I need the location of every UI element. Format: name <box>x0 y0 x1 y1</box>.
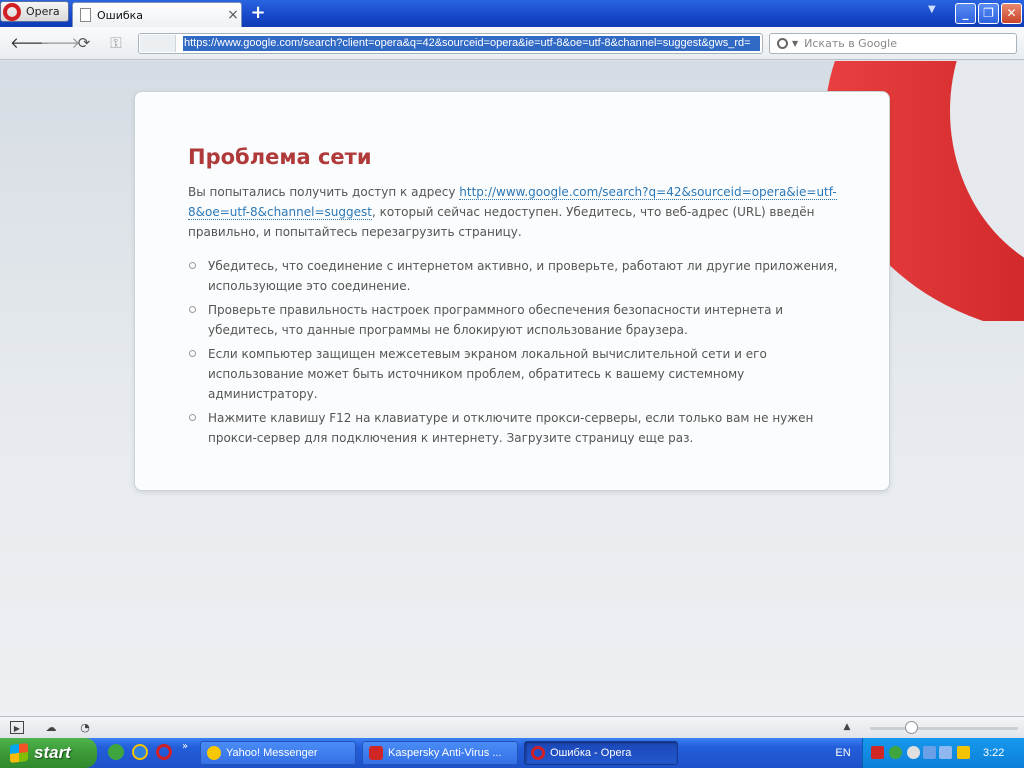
search-placeholder: Искать в Google <box>804 37 897 50</box>
utorrent-tray-icon[interactable] <box>889 746 902 759</box>
bullet-icon <box>189 262 196 269</box>
error-title: Проблема сети <box>188 145 372 169</box>
list-item: Убедитесь, что соединение с интернетом а… <box>188 256 838 296</box>
task-label: Yahoo! Messenger <box>226 747 318 759</box>
speed-dial-icon[interactable]: ◔ <box>78 721 92 734</box>
system-tray: 3:22 <box>862 738 1024 768</box>
bullet-icon <box>189 414 196 421</box>
site-badge[interactable] <box>140 35 176 52</box>
search-input[interactable]: ▼ Искать в Google <box>769 33 1017 54</box>
maximize-button[interactable]: ❐ <box>978 3 999 24</box>
volume-tray-icon[interactable] <box>939 746 952 759</box>
navigation-toolbar: 🡐 🡒 ⟳ ⚿ https://www.google.com/search?cl… <box>0 27 1024 60</box>
chevron-down-icon[interactable]: ▼ <box>792 39 798 48</box>
start-label: start <box>34 743 71 762</box>
tip-text: Нажмите клавишу F12 на клавиатуре и откл… <box>208 411 814 445</box>
new-tab-button[interactable]: + <box>248 3 268 23</box>
bullet-icon <box>189 306 196 313</box>
page-content: Проблема сети Вы попытались получить дос… <box>0 61 1024 716</box>
zoom-slider-handle[interactable] <box>905 721 918 734</box>
status-tray-icon[interactable] <box>907 746 920 759</box>
task-yahoo-messenger[interactable]: Yahoo! Messenger <box>200 741 356 765</box>
security-tray-icon[interactable] <box>957 746 970 759</box>
opera-icon[interactable] <box>156 744 172 760</box>
troubleshooting-list: Убедитесь, что соединение с интернетом а… <box>188 256 838 452</box>
tab-list-chevron-icon[interactable]: ▼ <box>928 4 936 15</box>
panel-toggle-icon[interactable]: ▶ <box>10 721 24 734</box>
start-button[interactable]: start <box>0 738 97 768</box>
tab-bar: Opera Ошибка × + ▼ _ ❐ ✕ <box>0 0 1024 27</box>
clock: 3:22 <box>983 747 1005 759</box>
opera-logo-icon <box>3 2 21 21</box>
close-tab-icon[interactable]: × <box>225 7 241 23</box>
tip-text: Убедитесь, что соединение с интернетом а… <box>208 259 838 293</box>
address-field[interactable]: https://www.google.com/search?client=ope… <box>138 33 763 54</box>
document-icon <box>80 8 91 22</box>
utorrent-icon[interactable] <box>108 744 124 760</box>
task-label: Kaspersky Anti-Virus ... <box>388 747 502 759</box>
list-item: Если компьютер защищен межсетевым экрано… <box>188 344 838 404</box>
forward-arrow-icon[interactable]: 🡒 <box>40 34 80 52</box>
tip-text: Проверьте правильность настроек программ… <box>208 303 784 337</box>
minimize-button[interactable]: _ <box>955 3 976 24</box>
chevron-up-icon[interactable]: ▲ <box>840 721 854 734</box>
opera-menu-button[interactable]: Opera <box>0 1 69 22</box>
wand-key-icon[interactable]: ⚿ <box>106 34 126 52</box>
list-item: Проверьте правильность настроек программ… <box>188 300 838 340</box>
chevron-right-icon[interactable]: » <box>182 741 188 752</box>
task-kaspersky[interactable]: Kaspersky Anti-Virus ... <box>362 741 518 765</box>
close-window-button[interactable]: ✕ <box>1001 3 1022 24</box>
magnifier-icon <box>777 38 788 49</box>
cloud-icon[interactable]: ☁ <box>44 721 58 734</box>
status-bar: ▶ ☁ ◔ ▲ <box>0 716 1024 738</box>
opera-icon <box>531 746 545 760</box>
yahoo-messenger-icon <box>207 746 221 760</box>
address-url-text[interactable]: https://www.google.com/search?client=ope… <box>183 36 760 51</box>
zoom-slider-track[interactable] <box>870 727 1018 730</box>
bullet-icon <box>189 350 196 357</box>
language-indicator[interactable]: EN <box>826 738 860 768</box>
back-arrow-icon[interactable]: 🡐 <box>10 34 50 52</box>
reload-icon[interactable]: ⟳ <box>74 34 94 52</box>
task-label: Ошибка - Opera <box>550 747 632 759</box>
network-tray-icon[interactable] <box>923 746 936 759</box>
internet-explorer-icon[interactable] <box>132 744 148 760</box>
error-desc-before: Вы попытались получить доступ к адресу <box>188 185 460 199</box>
list-item: Нажмите клавишу F12 на клавиатуре и откл… <box>188 408 838 448</box>
windows-flag-icon <box>10 743 28 763</box>
tab-title: Ошибка <box>97 8 144 22</box>
taskbar: start » Yahoo! Messenger Kaspersky Anti-… <box>0 738 1024 768</box>
tab-error[interactable]: Ошибка × <box>72 2 242 27</box>
error-card: Проблема сети Вы попытались получить дос… <box>135 92 889 490</box>
task-opera[interactable]: Ошибка - Opera <box>524 741 678 765</box>
tip-text: Если компьютер защищен межсетевым экрано… <box>208 347 767 401</box>
opera-menu-label: Opera <box>26 5 60 18</box>
kaspersky-icon <box>369 746 383 760</box>
error-description: Вы попытались получить доступ к адресу h… <box>188 182 838 242</box>
kaspersky-tray-icon[interactable] <box>871 746 884 759</box>
